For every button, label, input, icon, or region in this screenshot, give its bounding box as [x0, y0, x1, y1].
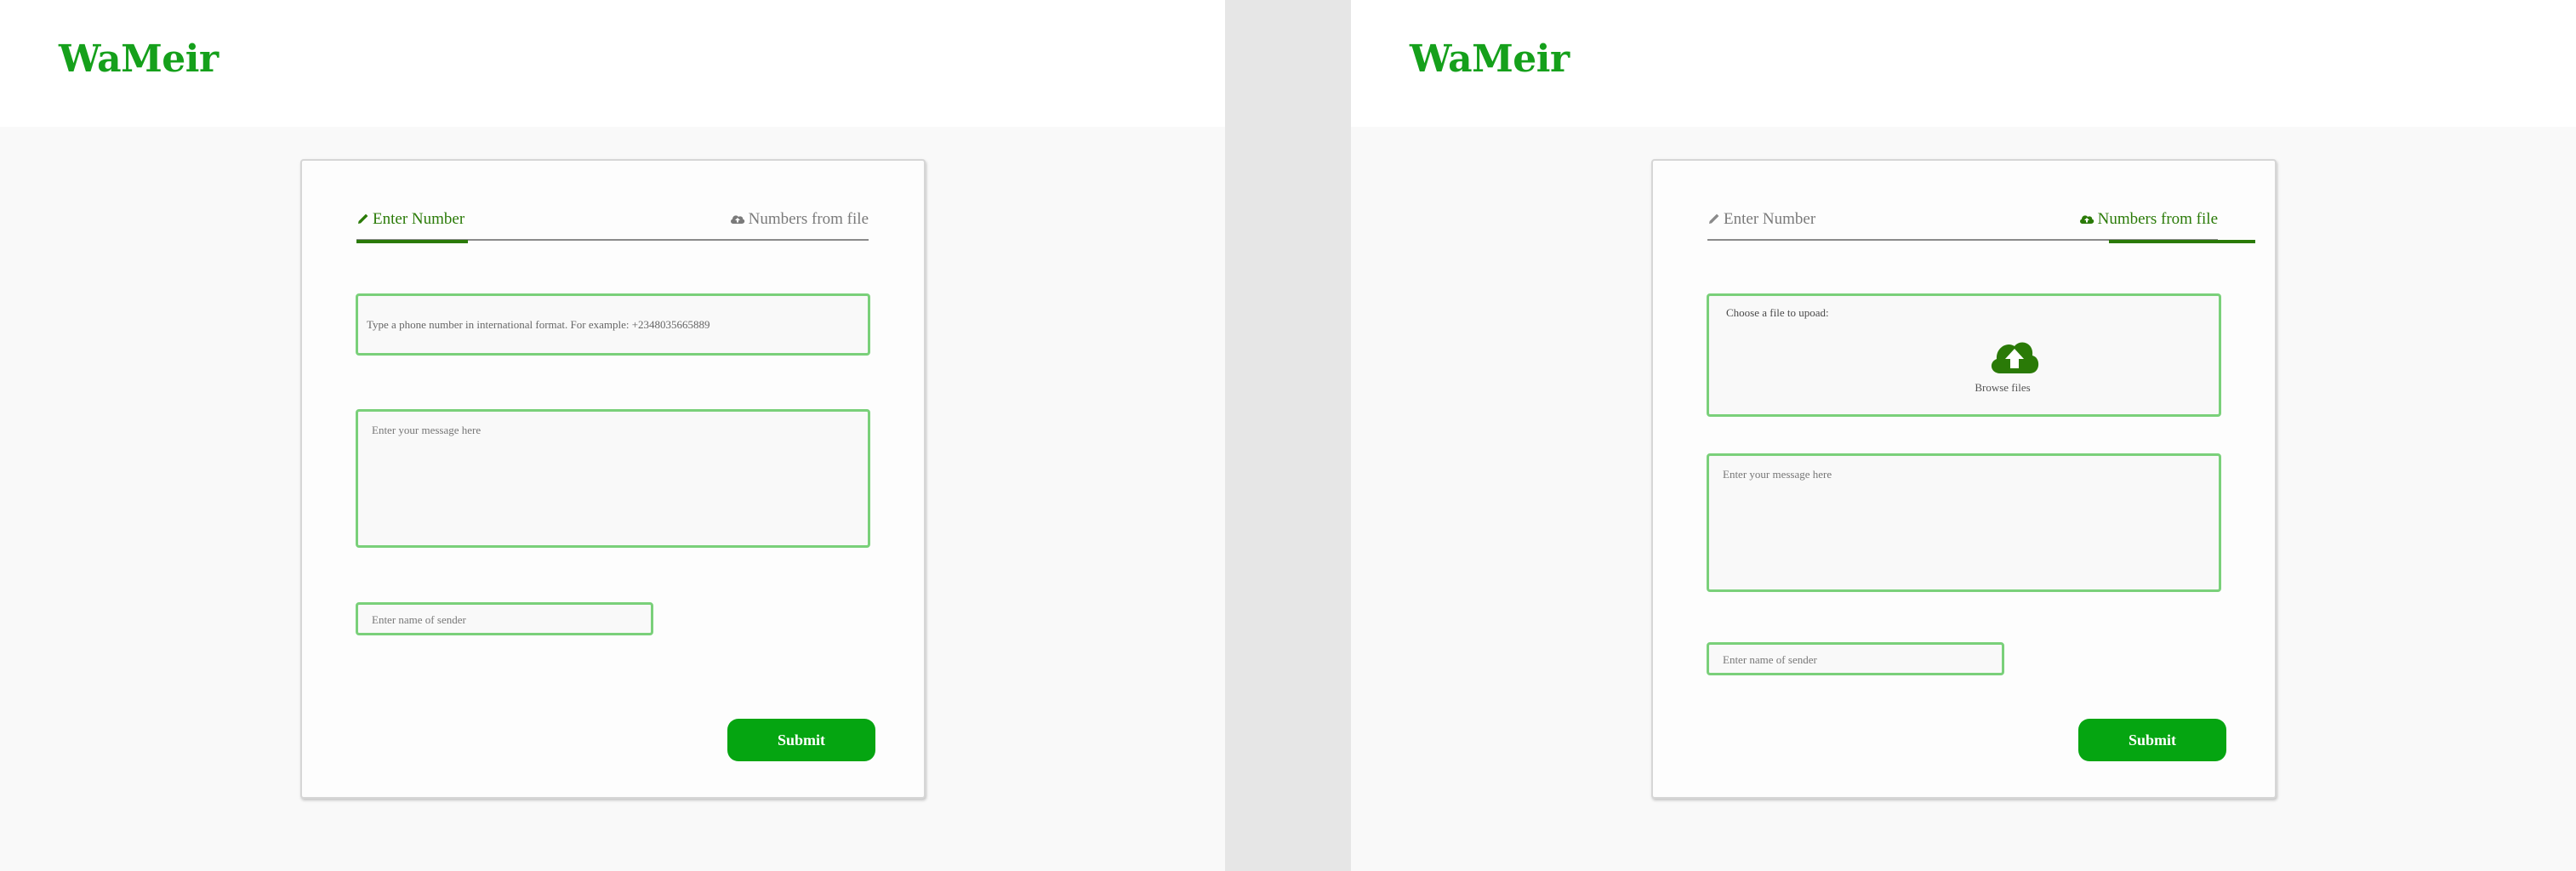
screen-enter-number: WaMeir Enter Number Numbers from file Ty…	[0, 0, 1225, 871]
tab-bar: Enter Number Numbers from file	[1707, 210, 2256, 243]
pencil-icon	[1707, 210, 1721, 225]
logo[interactable]: WaMeir	[1410, 37, 1570, 81]
phone-number-placeholder: Type a phone number in international for…	[367, 318, 710, 331]
logo[interactable]: WaMeir	[59, 37, 219, 81]
sender-name-input[interactable]: Enter name of sender	[356, 602, 653, 635]
message-placeholder: Enter your message here	[372, 424, 482, 436]
submit-button[interactable]: Submit	[727, 719, 875, 761]
header-bar: WaMeir	[0, 0, 1225, 127]
sender-name-placeholder: Enter name of sender	[1723, 653, 1817, 666]
form-card: Enter Number Numbers from file Type a ph…	[300, 159, 926, 799]
screen-numbers-from-file: WaMeir Enter Number Numbers from file Ch…	[1351, 0, 2576, 871]
tab-label: Numbers from file	[748, 210, 869, 228]
cloud-upload-icon[interactable]	[1988, 334, 2041, 379]
tab-enter-number[interactable]: Enter Number	[1707, 210, 1815, 241]
sender-name-placeholder: Enter name of sender	[372, 613, 466, 626]
pencil-icon	[356, 210, 370, 225]
header-bar: WaMeir	[1351, 0, 2576, 127]
file-upload-dropzone[interactable]: Choose a file to upoad: Browse files	[1707, 293, 2221, 417]
sender-name-input[interactable]: Enter name of sender	[1707, 642, 2004, 675]
cloud-upload-icon	[729, 210, 746, 225]
submit-button[interactable]: Submit	[2078, 719, 2226, 761]
tab-numbers-from-file[interactable]: Numbers from file	[2078, 210, 2256, 243]
message-placeholder: Enter your message here	[1723, 468, 1832, 481]
browse-files-link[interactable]: Browse files	[1964, 381, 2041, 395]
tab-label: Enter Number	[1724, 210, 1816, 228]
cloud-upload-icon	[2078, 210, 2095, 225]
tab-label: Enter Number	[373, 210, 465, 228]
phone-number-input[interactable]: Type a phone number in international for…	[356, 293, 870, 356]
tab-numbers-from-file[interactable]: Numbers from file	[729, 210, 869, 241]
tab-enter-number[interactable]: Enter Number	[356, 210, 469, 243]
tab-bar: Enter Number Numbers from file	[356, 210, 869, 243]
upload-label: Choose a file to upoad:	[1726, 306, 1829, 319]
message-textarea[interactable]: Enter your message here	[1707, 453, 2221, 592]
tab-label: Numbers from file	[2097, 210, 2218, 228]
form-card: Enter Number Numbers from file Choose a …	[1651, 159, 2277, 799]
message-textarea[interactable]: Enter your message here	[356, 409, 870, 548]
